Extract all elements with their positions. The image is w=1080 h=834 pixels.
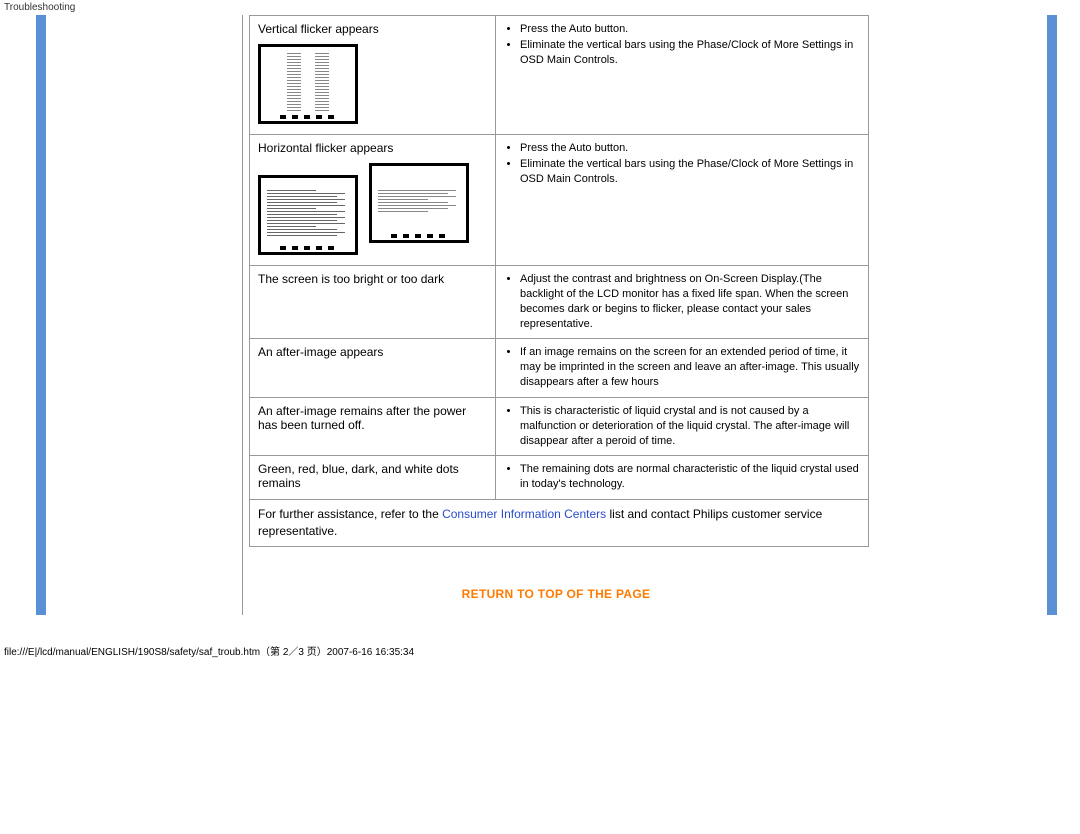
solution-item: Adjust the contrast and brightness on On… bbox=[520, 272, 860, 331]
table-row: The screen is too bright or too dark Adj… bbox=[250, 266, 869, 339]
problem-title: Horizontal flicker appears bbox=[258, 141, 487, 155]
return-to-top-link[interactable]: RETURN TO TOP OF THE PAGE bbox=[462, 587, 651, 601]
solution-cell: If an image remains on the screen for an… bbox=[496, 339, 869, 398]
solution-cell: Adjust the contrast and brightness on On… bbox=[496, 266, 869, 339]
table-row: Vertical flicker appears Press the Auto … bbox=[250, 16, 869, 135]
table-row: Horizontal flicker appears bbox=[250, 135, 869, 266]
solution-cell: The remaining dots are normal characteri… bbox=[496, 456, 869, 500]
problem-cell: The screen is too bright or too dark bbox=[250, 266, 496, 339]
left-margin-spacer bbox=[46, 15, 242, 615]
solution-item: This is characteristic of liquid crystal… bbox=[520, 404, 860, 449]
solution-item: If an image remains on the screen for an… bbox=[520, 345, 860, 390]
problem-title: The screen is too bright or too dark bbox=[258, 272, 444, 286]
problem-cell: An after-image remains after the power h… bbox=[250, 397, 496, 456]
content-column: Vertical flicker appears Press the Auto … bbox=[242, 15, 869, 615]
solution-cell: Press the Auto button. Eliminate the ver… bbox=[496, 135, 869, 266]
vertical-flicker-thumbnail bbox=[258, 44, 358, 124]
problem-cell: Vertical flicker appears bbox=[250, 16, 496, 135]
problem-title: An after-image remains after the power h… bbox=[258, 404, 466, 432]
solution-item: The remaining dots are normal characteri… bbox=[520, 462, 860, 492]
problem-title: An after-image appears bbox=[258, 345, 383, 359]
footnote-prefix: For further assistance, refer to the bbox=[258, 507, 442, 521]
troubleshooting-table: Vertical flicker appears Press the Auto … bbox=[249, 15, 869, 547]
solution-cell: This is characteristic of liquid crystal… bbox=[496, 397, 869, 456]
solution-cell: Press the Auto button. Eliminate the ver… bbox=[496, 16, 869, 135]
problem-cell: An after-image appears bbox=[250, 339, 496, 398]
right-decorative-bar bbox=[1047, 15, 1057, 615]
problem-title: Vertical flicker appears bbox=[258, 22, 487, 36]
table-row: Green, red, blue, dark, and white dots r… bbox=[250, 456, 869, 500]
footnote-cell: For further assistance, refer to the Con… bbox=[250, 500, 869, 547]
horizontal-flicker-thumbnail-dense bbox=[258, 175, 358, 255]
solution-item: Eliminate the vertical bars using the Ph… bbox=[520, 157, 860, 187]
page-header-label: Troubleshooting bbox=[0, 0, 1080, 15]
left-decorative-bar bbox=[36, 15, 46, 615]
problem-cell: Horizontal flicker appears bbox=[250, 135, 496, 266]
problem-cell: Green, red, blue, dark, and white dots r… bbox=[250, 456, 496, 500]
problem-title: Green, red, blue, dark, and white dots r… bbox=[258, 462, 459, 490]
consumer-information-centers-link[interactable]: Consumer Information Centers bbox=[442, 507, 606, 521]
solution-item: Press the Auto button. bbox=[520, 22, 860, 37]
footer-file-path: file:///E|/lcd/manual/ENGLISH/190S8/safe… bbox=[0, 635, 1080, 668]
return-to-top-container: RETURN TO TOP OF THE PAGE bbox=[243, 587, 869, 601]
table-row: An after-image remains after the power h… bbox=[250, 397, 869, 456]
page-body: Vertical flicker appears Press the Auto … bbox=[0, 15, 1080, 635]
footnote-row: For further assistance, refer to the Con… bbox=[250, 500, 869, 547]
solution-item: Press the Auto button. bbox=[520, 141, 860, 156]
horizontal-flicker-thumbnail-sparse bbox=[369, 163, 469, 243]
solution-item: Eliminate the vertical bars using the Ph… bbox=[520, 38, 860, 68]
table-row: An after-image appears If an image remai… bbox=[250, 339, 869, 398]
